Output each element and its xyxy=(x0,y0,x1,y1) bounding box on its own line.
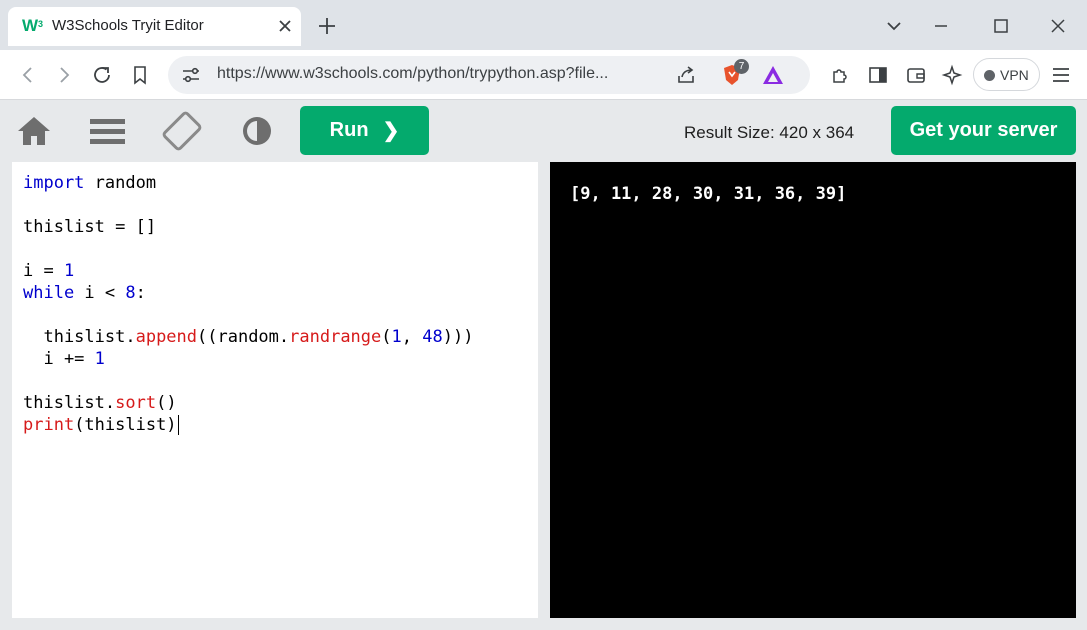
code-token: append xyxy=(135,327,198,347)
code-line: import random xyxy=(23,172,473,194)
rotate-icon[interactable] xyxy=(162,111,202,151)
code-token: , xyxy=(401,327,423,347)
bookmark-icon[interactable] xyxy=(128,63,152,87)
address-bar[interactable]: https://www.w3schools.com/python/trypyth… xyxy=(168,56,810,94)
vpn-label: VPN xyxy=(1000,67,1029,83)
leo-ai-icon[interactable] xyxy=(940,63,964,87)
code-token: thislist = [] xyxy=(23,217,157,237)
code-token: thislist. xyxy=(23,393,116,413)
reload-icon[interactable] xyxy=(90,63,114,87)
code-token: randrange xyxy=(289,327,382,347)
favicon-letter: W xyxy=(22,16,39,35)
code-token: 1 xyxy=(94,349,105,369)
browser-toolbar: https://www.w3schools.com/python/trypyth… xyxy=(0,50,1087,100)
forward-icon[interactable] xyxy=(52,63,76,87)
code-token: random xyxy=(84,173,157,193)
code-token: ((random. xyxy=(197,327,290,347)
code-token: 1 xyxy=(63,261,75,281)
code-editor[interactable]: import random thislist = [] i = 1 while i <… xyxy=(12,162,538,618)
code-token: 1 xyxy=(391,327,402,347)
url-text: https://www.w3schools.com/python/trypyth… xyxy=(217,65,609,82)
code-line: i = 1 xyxy=(23,260,473,282)
vpn-button[interactable]: VPN xyxy=(973,58,1040,91)
site-settings-icon[interactable] xyxy=(180,64,202,86)
result-panel: [9, 11, 28, 30, 31, 36, 39] xyxy=(550,162,1076,618)
favicon-superscript: 3 xyxy=(38,19,44,29)
extensions-icon[interactable] xyxy=(828,63,852,87)
code-line: thislist.sort() xyxy=(23,392,473,414)
run-button[interactable]: Run ❯ xyxy=(300,106,429,155)
tab-title: W3Schools Tryit Editor xyxy=(52,17,204,34)
back-icon[interactable] xyxy=(16,63,40,87)
code-token: i < xyxy=(74,283,126,303)
tryit-toolbar: Run ❯ Result Size: 420 x 364 Get your se… xyxy=(0,101,1087,161)
brave-rewards-icon[interactable] xyxy=(761,64,785,86)
code-line: thislist.append((random.randrange(1, 48)… xyxy=(23,326,473,348)
output-text: [9, 11, 28, 30, 31, 36, 39] xyxy=(570,184,847,204)
get-your-server-button[interactable]: Get your server xyxy=(891,106,1076,155)
menu-icon[interactable] xyxy=(87,111,127,151)
code-token: sort xyxy=(115,393,157,413)
share-icon[interactable] xyxy=(675,64,697,86)
run-label: Run xyxy=(329,119,369,141)
tab-search-chevron-icon[interactable] xyxy=(882,14,906,38)
code-token: 8 xyxy=(125,283,136,303)
code-token: (thislist) xyxy=(74,415,177,435)
code-token: : xyxy=(135,283,146,303)
code-token: () xyxy=(156,393,177,413)
code-token: import xyxy=(23,173,85,193)
code-line: thislist = [] xyxy=(23,216,473,238)
code-content[interactable]: import random thislist = [] i = 1 while i <… xyxy=(23,172,473,436)
code-token: print xyxy=(23,415,75,435)
code-token: i = xyxy=(23,261,64,281)
chevron-right-icon: ❯ xyxy=(382,120,400,142)
code-token: thislist. xyxy=(23,327,136,347)
w3schools-favicon-icon: W3 xyxy=(22,17,44,35)
code-token: ( xyxy=(381,327,392,347)
code-line: print(thislist) xyxy=(23,414,473,436)
text-caret xyxy=(177,415,179,435)
browser-menu-icon[interactable] xyxy=(1049,63,1073,87)
code-line: while i < 8: xyxy=(23,282,473,304)
maximize-icon[interactable] xyxy=(989,14,1013,38)
result-size-label: Result Size: 420 x 364 xyxy=(684,123,855,142)
code-token: while xyxy=(23,283,75,303)
close-window-icon[interactable] xyxy=(1046,14,1070,38)
new-tab-icon[interactable] xyxy=(316,15,338,37)
close-tab-icon[interactable] xyxy=(275,16,295,36)
minimize-icon[interactable] xyxy=(929,14,953,38)
code-token: ))) xyxy=(442,327,474,347)
home-icon[interactable] xyxy=(14,111,54,151)
code-line: i += 1 xyxy=(23,348,473,370)
contrast-icon[interactable] xyxy=(237,111,277,151)
code-token: i += xyxy=(23,349,95,369)
vpn-status-icon xyxy=(984,70,995,81)
browser-tab-strip: W3 W3Schools Tryit Editor xyxy=(0,0,1087,50)
code-token: 48 xyxy=(422,327,443,347)
shields-count-badge: 7 xyxy=(734,59,749,74)
browser-tab[interactable]: W3 W3Schools Tryit Editor xyxy=(8,7,301,46)
wallet-icon[interactable] xyxy=(904,63,928,87)
sidebar-icon[interactable] xyxy=(866,63,890,87)
